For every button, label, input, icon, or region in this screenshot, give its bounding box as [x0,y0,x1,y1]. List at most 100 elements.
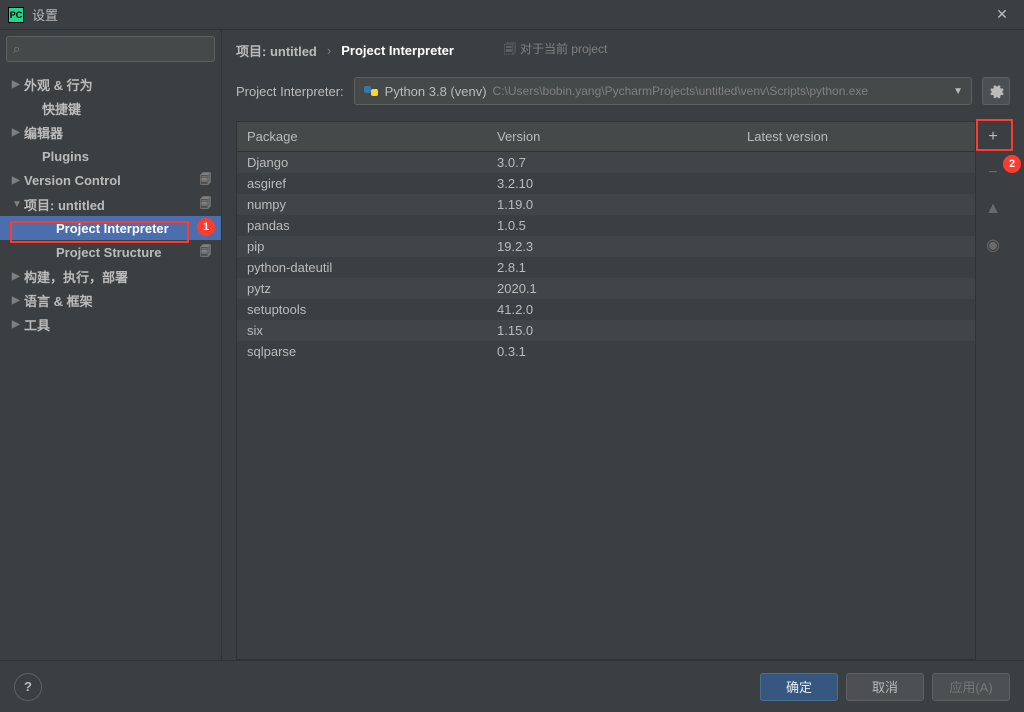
sidebar-item[interactable]: ▶外观 & 行为 [0,72,221,96]
chevron-right-icon: ▶ [12,295,24,306]
package-name: sqlparse [237,344,487,359]
sidebar-item-label: Project Structure [56,245,161,260]
sidebar: ⌕ ▶外观 & 行为快捷键▶编辑器Plugins▶Version Control… [0,30,222,660]
package-version: 1.19.0 [487,197,737,212]
sidebar-item-label: 语言 & 框架 [24,291,93,310]
chevron-right-icon: ▶ [12,175,24,186]
search-field[interactable] [24,42,208,57]
package-row[interactable]: pandas1.0.5 [237,215,975,236]
package-row[interactable]: python-dateutil2.8.1 [237,257,975,278]
package-version: 1.0.5 [487,218,737,233]
package-row[interactable]: sqlparse0.3.1 [237,341,975,362]
package-name: pandas [237,218,487,233]
settings-tree: ▶外观 & 行为快捷键▶编辑器Plugins▶Version Control🗐▼… [0,68,221,660]
package-version: 41.2.0 [487,302,737,317]
interpreter-row: Project Interpreter: Python 3.8 (venv) C… [236,77,1010,105]
sidebar-item[interactable]: ▶语言 & 框架 [0,288,221,312]
package-name: pip [237,239,487,254]
package-row[interactable]: pip19.2.3 [237,236,975,257]
chevron-down-icon: ▼ [953,86,963,97]
sidebar-item-label: 构建，执行，部署 [24,267,128,286]
copy-icon: 🗐 [504,42,516,56]
interpreter-path: C:\Users\bobin.yang\PycharmProjects\unti… [493,84,948,98]
packages-body: Django3.0.7asgiref3.2.10numpy1.19.0panda… [237,152,975,659]
breadcrumb: 项目: untitled › Project Interpreter 🗐对于当前… [236,40,1010,61]
package-row[interactable]: Django3.0.7 [237,152,975,173]
sidebar-item-label: Plugins [42,149,89,164]
add-package-button[interactable]: + [978,123,1008,151]
project-level-icon: 🗐 [200,195,211,214]
interpreter-name: Python 3.8 (venv) [385,84,487,99]
package-version: 2020.1 [487,281,737,296]
package-name: numpy [237,197,487,212]
sidebar-item[interactable]: Plugins [0,144,221,168]
scope-label: 🗐对于当前 project [504,40,607,61]
package-version: 1.15.0 [487,323,737,338]
sidebar-item-label: 快捷键 [42,99,81,118]
package-name: asgiref [237,176,487,191]
sidebar-item-label: Version Control [24,173,121,188]
header-latest[interactable]: Latest version [737,129,975,144]
sidebar-item[interactable]: Project Structure 🗐 [0,240,221,264]
packages-table: Package Version Latest version Django3.0… [236,121,976,660]
interpreter-label: Project Interpreter: [236,84,344,99]
package-row[interactable]: six1.15.0 [237,320,975,341]
chevron-down-icon: ▼ [12,199,24,210]
package-name: python-dateutil [237,260,487,275]
titlebar: PC 设置 ✕ [0,0,1024,30]
cancel-button[interactable]: 取消 [846,673,924,701]
sidebar-item-label: 外观 & 行为 [24,75,93,94]
ok-button[interactable]: 确定 [760,673,838,701]
sidebar-item[interactable]: ▶工具 [0,312,221,336]
chevron-right-icon: ▶ [12,271,24,282]
header-version[interactable]: Version [487,129,737,144]
close-icon[interactable]: ✕ [988,1,1016,29]
packages-area: Package Version Latest version Django3.0… [236,121,1010,660]
sidebar-item-label: Project Interpreter [56,221,169,236]
package-version: 2.8.1 [487,260,737,275]
python-icon [363,83,379,99]
gear-icon [988,83,1004,99]
breadcrumb-project: 项目: untitled [236,41,317,60]
package-row[interactable]: pytz2020.1 [237,278,975,299]
package-row[interactable]: numpy1.19.0 [237,194,975,215]
package-name: setuptools [237,302,487,317]
chevron-right-icon: ▶ [12,127,24,138]
search-icon: ⌕ [13,41,20,57]
sidebar-item[interactable]: 快捷键 [0,96,221,120]
project-level-icon: 🗐 [200,243,211,262]
package-name: pytz [237,281,487,296]
footer: ? 确定 取消 应用(A) [0,660,1024,712]
content-pane: 项目: untitled › Project Interpreter 🗐对于当前… [222,30,1024,660]
sidebar-item[interactable]: ▼项目: untitled🗐 [0,192,221,216]
sidebar-item-label: 工具 [24,315,50,334]
package-row[interactable]: asgiref3.2.10 [237,173,975,194]
package-version: 0.3.1 [487,344,737,359]
show-early-releases-button[interactable]: ◉ [978,231,1008,259]
sidebar-item[interactable]: ▶Version Control 🗐 [0,168,221,192]
sidebar-item-label: 编辑器 [24,123,63,142]
annotation-callout-1: 1 [197,218,215,236]
package-version: 19.2.3 [487,239,737,254]
help-button[interactable]: ? [14,673,42,701]
breadcrumb-page: Project Interpreter [341,43,454,58]
apply-button[interactable]: 应用(A) [932,673,1010,701]
search-input[interactable]: ⌕ [6,36,215,62]
sidebar-item[interactable]: Project Interpreter🗐 [0,216,221,240]
package-row[interactable]: setuptools41.2.0 [237,299,975,320]
upgrade-package-button[interactable]: ▲ [978,195,1008,223]
packages-header: Package Version Latest version [237,122,975,152]
package-name: Django [237,155,487,170]
sidebar-item[interactable]: ▶构建，执行，部署 [0,264,221,288]
package-name: six [237,323,487,338]
gear-button[interactable] [982,77,1010,105]
package-version: 3.2.10 [487,176,737,191]
annotation-callout-2: 2 [1003,155,1021,173]
header-package[interactable]: Package [237,129,487,144]
interpreter-select[interactable]: Python 3.8 (venv) C:\Users\bobin.yang\Py… [354,77,972,105]
project-level-icon: 🗐 [200,171,211,190]
window-title: 设置 [32,5,988,24]
chevron-right-icon: › [327,43,331,58]
packages-side-toolbar: + − ▲ ◉ [976,121,1010,660]
sidebar-item[interactable]: ▶编辑器 [0,120,221,144]
